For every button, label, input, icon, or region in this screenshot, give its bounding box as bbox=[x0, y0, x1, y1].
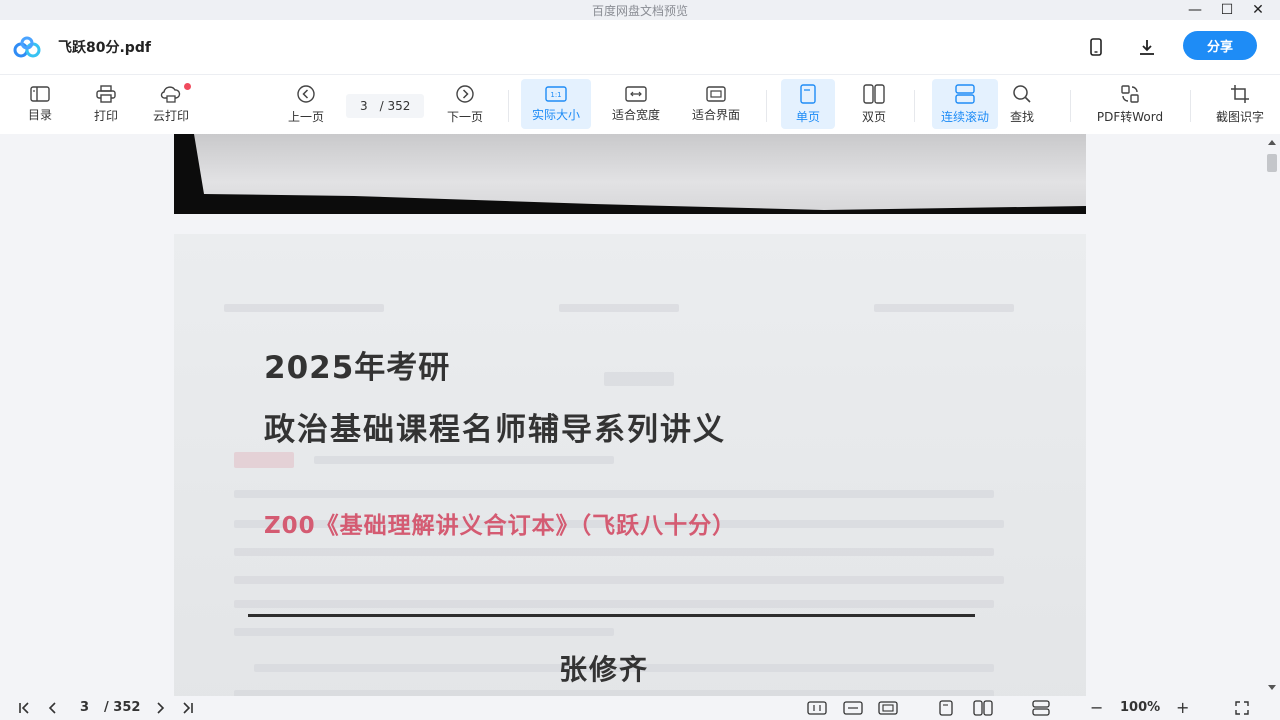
toc-button[interactable]: 目录 bbox=[18, 79, 62, 129]
status-current-page[interactable]: 3 bbox=[80, 699, 89, 717]
cloud-print-icon bbox=[160, 85, 181, 103]
fit-width-small-icon[interactable] bbox=[842, 699, 864, 717]
continuous-scroll-button[interactable]: 连续滚动 bbox=[932, 79, 998, 129]
cloud-print-label: 云打印 bbox=[152, 108, 189, 123]
doc-author: 张修齐 bbox=[559, 653, 650, 686]
notification-dot bbox=[184, 83, 191, 90]
minimize-button[interactable]: — bbox=[1180, 0, 1210, 20]
continuous-scroll-label: 连续滚动 bbox=[940, 109, 989, 124]
toolbar-divider bbox=[914, 90, 915, 122]
actual-size-icon: 1:1 bbox=[545, 85, 567, 102]
toolbar-divider bbox=[766, 90, 767, 122]
find-button[interactable]: 查找 bbox=[1002, 79, 1042, 129]
actual-size-badge: 1:1 bbox=[550, 91, 561, 99]
double-page-small-icon[interactable] bbox=[972, 699, 994, 717]
document-viewer[interactable]: 2025年考研 政治基础课程名师辅导系列讲义 Z00《基础理解讲义合订本》（飞跃… bbox=[0, 134, 1264, 696]
print-button[interactable]: 打印 bbox=[84, 79, 128, 129]
baidu-netdisk-logo-icon bbox=[12, 36, 42, 58]
double-page-label: 双页 bbox=[861, 109, 886, 124]
single-page-small-icon[interactable] bbox=[936, 699, 956, 717]
prev-page-label: 上一页 bbox=[287, 109, 324, 124]
toolbar-divider bbox=[1190, 90, 1191, 122]
toc-icon bbox=[30, 85, 50, 102]
scrollbar-thumb[interactable] bbox=[1267, 154, 1277, 172]
chevron-left-circle-icon bbox=[297, 84, 315, 103]
share-button[interactable]: 分享 bbox=[1183, 31, 1257, 60]
fit-screen-button[interactable]: 适合界面 bbox=[682, 79, 750, 129]
vertical-scrollbar[interactable] bbox=[1264, 134, 1280, 696]
close-button[interactable]: ✕ bbox=[1243, 0, 1273, 20]
previous-page bbox=[174, 134, 1086, 214]
status-bar: 3 / 352 − 100% + bbox=[0, 696, 1280, 720]
status-total-pages: / 352 bbox=[104, 700, 141, 715]
page-input-current[interactable]: 3 bbox=[360, 99, 368, 113]
fit-screen-label: 适合界面 bbox=[691, 107, 740, 122]
continuous-scroll-icon bbox=[955, 83, 975, 104]
convert-icon bbox=[1121, 84, 1139, 103]
document-page: 2025年考研 政治基础课程名师辅导系列讲义 Z00《基础理解讲义合订本》（飞跃… bbox=[174, 234, 1086, 696]
screenshot-crop-icon bbox=[1231, 84, 1249, 103]
maximize-button[interactable]: ☐ bbox=[1212, 0, 1242, 20]
last-page-icon[interactable] bbox=[178, 699, 196, 717]
single-page-button[interactable]: 单页 bbox=[781, 79, 835, 129]
fit-width-button[interactable]: 适合宽度 bbox=[603, 79, 669, 129]
page-photo-edge bbox=[174, 134, 1086, 214]
phone-icon[interactable] bbox=[1085, 36, 1107, 58]
file-name: 飞跃80分.pdf bbox=[58, 40, 151, 56]
fit-width-icon bbox=[625, 85, 647, 102]
ocr-button[interactable]: 截图识字 bbox=[1208, 79, 1272, 129]
chevron-right-circle-icon bbox=[456, 84, 474, 103]
next-page-label: 下一页 bbox=[446, 109, 483, 124]
zoom-out-button[interactable]: − bbox=[1090, 699, 1103, 717]
next-page-icon[interactable] bbox=[151, 699, 169, 717]
window-title: 百度网盘文档预览 bbox=[591, 4, 688, 18]
doc-divider bbox=[248, 614, 975, 617]
single-page-label: 单页 bbox=[795, 109, 820, 124]
doc-subtitle: Z00《基础理解讲义合订本》（飞跃八十分） bbox=[264, 513, 737, 539]
ocr-label: 截图识字 bbox=[1215, 109, 1264, 124]
toolbar: 目录 打印 云打印 上一页 3 / 352 下一页 1:1 实际大小 适合宽度 … bbox=[0, 74, 1280, 134]
continuous-scroll-small-icon[interactable] bbox=[1030, 699, 1052, 717]
download-icon[interactable] bbox=[1136, 36, 1158, 58]
search-icon bbox=[1013, 84, 1031, 103]
double-page-icon bbox=[863, 83, 885, 104]
find-label: 查找 bbox=[1009, 109, 1034, 124]
fullscreen-icon[interactable] bbox=[1232, 699, 1252, 717]
single-page-icon bbox=[800, 83, 816, 104]
doc-heading-series: 政治基础课程名师辅导系列讲义 bbox=[264, 412, 726, 448]
print-label: 打印 bbox=[93, 108, 118, 123]
page-input[interactable]: 3 / 352 bbox=[346, 94, 424, 118]
window-titlebar: 百度网盘文档预览 — ☐ ✕ bbox=[0, 0, 1280, 20]
fit-screen-small-icon[interactable] bbox=[877, 699, 899, 717]
scroll-down-arrow-icon[interactable] bbox=[1268, 685, 1276, 690]
page-input-total: / 352 bbox=[379, 99, 411, 113]
prev-page-icon[interactable] bbox=[44, 699, 62, 717]
actual-size-small-icon[interactable] bbox=[806, 699, 828, 717]
toc-label: 目录 bbox=[27, 107, 52, 122]
fit-screen-icon bbox=[706, 85, 726, 102]
printer-icon bbox=[96, 84, 116, 103]
pdf-to-word-label: PDF转Word bbox=[1096, 109, 1164, 124]
prev-page-button[interactable]: 上一页 bbox=[282, 79, 330, 129]
actual-size-button[interactable]: 1:1 实际大小 bbox=[521, 79, 591, 129]
doc-heading-year: 2025年考研 bbox=[264, 350, 451, 386]
first-page-icon[interactable] bbox=[16, 699, 34, 717]
actual-size-label: 实际大小 bbox=[531, 107, 580, 122]
fit-width-label: 适合宽度 bbox=[611, 107, 660, 122]
scroll-up-arrow-icon[interactable] bbox=[1268, 140, 1276, 145]
pdf-to-word-button[interactable]: PDF转Word bbox=[1090, 79, 1170, 129]
toolbar-divider bbox=[1070, 90, 1071, 122]
app-header: 飞跃80分.pdf 分享 bbox=[0, 20, 1280, 74]
next-page-button[interactable]: 下一页 bbox=[440, 79, 490, 129]
toolbar-divider bbox=[508, 90, 509, 122]
zoom-in-button[interactable]: + bbox=[1176, 699, 1189, 717]
zoom-level: 100% bbox=[1120, 700, 1161, 715]
double-page-button[interactable]: 双页 bbox=[849, 79, 899, 129]
